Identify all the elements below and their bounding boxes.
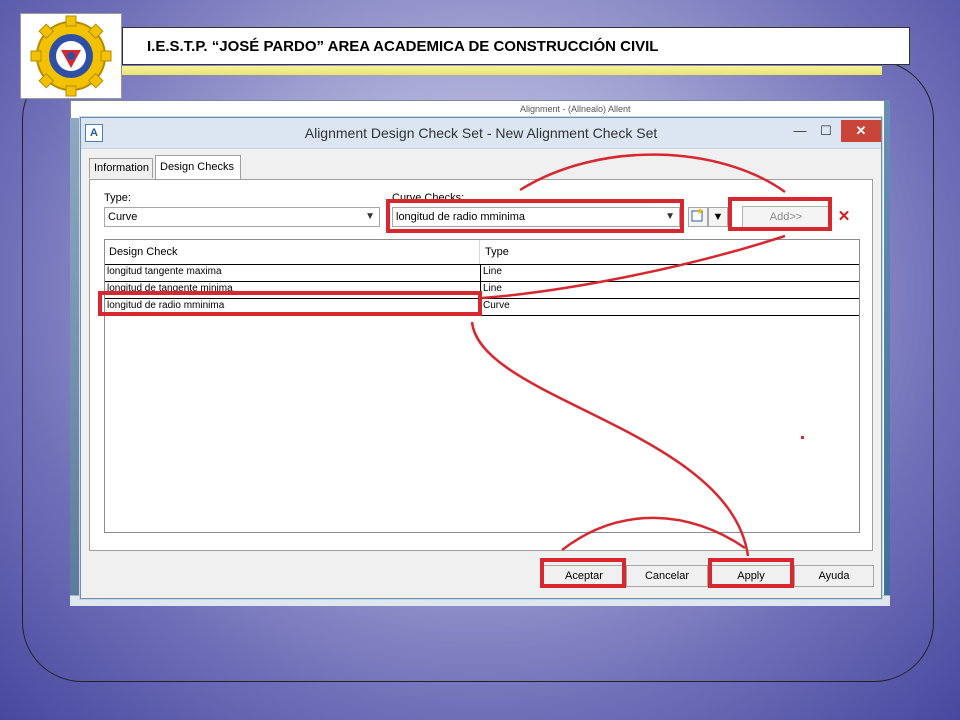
curve-arrow-add-to-row bbox=[481, 234, 786, 300]
annotation-dot bbox=[801, 436, 804, 439]
annotation-arrows bbox=[470, 153, 804, 557]
curve-arrow-aceptar-apply bbox=[561, 516, 746, 551]
curve-arrow-checks-to-add bbox=[519, 153, 786, 194]
curve-arrow-row-to-apply bbox=[470, 321, 750, 557]
